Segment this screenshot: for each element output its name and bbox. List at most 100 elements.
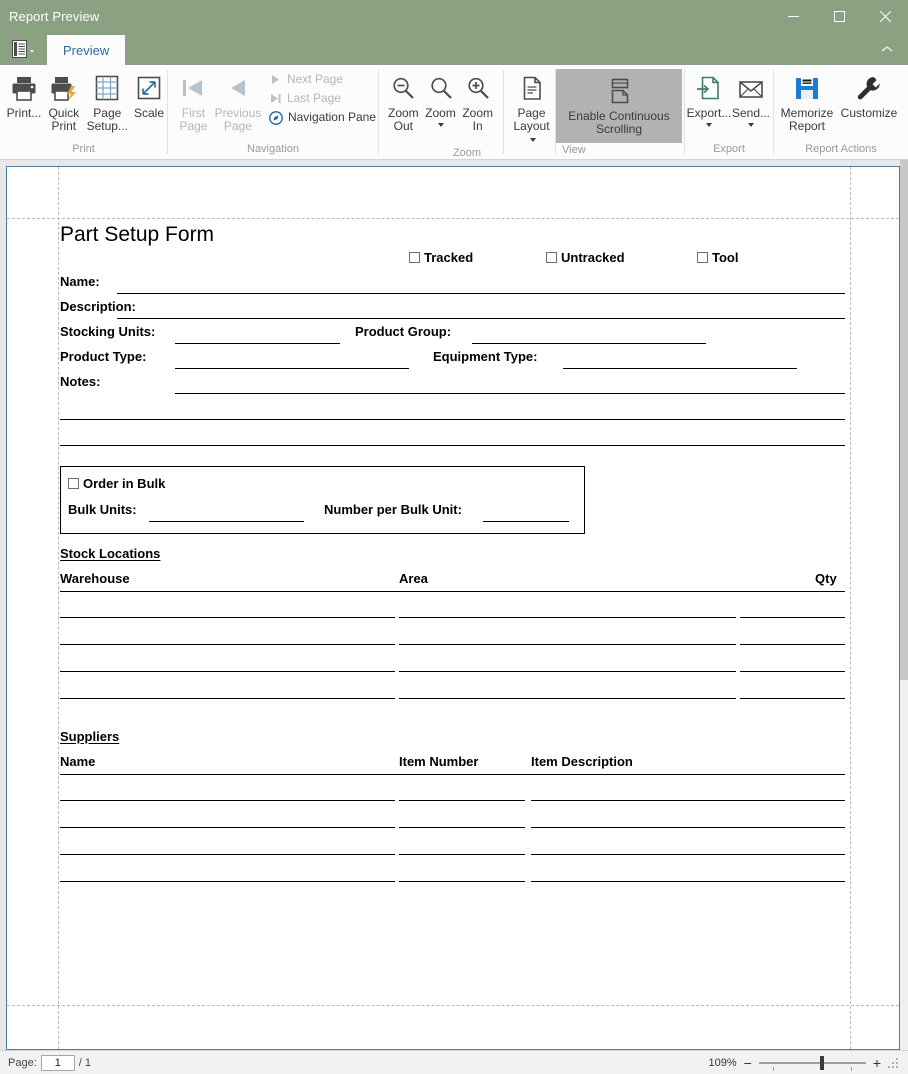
customize-button[interactable]: Customize — [838, 69, 900, 120]
app-menu-button[interactable] — [6, 35, 40, 62]
navigation-pane-button[interactable]: Navigation Pane — [267, 109, 378, 126]
zoom-slider-thumb[interactable] — [819, 1055, 824, 1070]
field-value-notes-line-2[interactable] — [60, 419, 845, 420]
ribbon-collapse-button[interactable] — [876, 38, 898, 60]
zoom-in-button[interactable]: + — [873, 1056, 881, 1070]
field-value-equipment-type[interactable] — [563, 368, 797, 369]
field-value-product-type[interactable] — [175, 368, 409, 369]
field-value-name[interactable] — [117, 293, 845, 294]
document-canvas[interactable]: Part Setup Form Tracked Untracked Tool N… — [0, 160, 908, 1050]
page-label: Page: — [8, 1056, 37, 1069]
checkbox-tool[interactable] — [697, 252, 708, 263]
field-value-notes-line-3[interactable] — [60, 445, 845, 446]
table-row[interactable] — [531, 827, 845, 828]
previous-page-button[interactable]: Previous Page — [213, 69, 263, 133]
checkbox-tracked-label: Tracked — [424, 250, 474, 265]
zoom-out-button[interactable]: − — [744, 1056, 752, 1070]
first-page-button[interactable]: First Page — [174, 69, 213, 133]
next-page-label: Next Page — [286, 72, 343, 86]
scale-button[interactable]: Scale — [131, 69, 167, 120]
page-title: Part Setup Form — [60, 223, 215, 246]
zoom-slider-track — [758, 1061, 866, 1064]
print-button[interactable]: Print... — [4, 69, 44, 120]
resize-grip[interactable] — [888, 1057, 898, 1068]
field-value-stocking-units[interactable] — [175, 343, 340, 344]
table-row[interactable] — [60, 698, 395, 699]
report-menu-icon — [12, 39, 27, 58]
enable-continuous-scrolling-button[interactable]: Enable Continuous Scrolling — [556, 69, 682, 143]
table-row[interactable] — [60, 644, 395, 645]
table-row[interactable] — [60, 881, 395, 882]
table-row[interactable] — [60, 800, 395, 801]
memorize-report-button[interactable]: Memorize Report — [776, 69, 838, 133]
field-value-description[interactable] — [117, 318, 845, 319]
table-row[interactable] — [399, 644, 736, 645]
table-row[interactable] — [60, 854, 395, 855]
navigation-pane-label: Navigation Pane — [287, 110, 376, 124]
table-row[interactable] — [740, 617, 845, 618]
page-setup-icon — [93, 71, 121, 105]
maximize-icon — [833, 10, 845, 22]
ribbon-group-zoom-label: Zoom — [452, 147, 482, 159]
chevron-down-icon — [530, 137, 537, 142]
chevron-up-icon — [881, 45, 893, 52]
table-row[interactable] — [399, 827, 525, 828]
column-header-name: Name — [60, 754, 96, 769]
page-number-input[interactable]: 1 — [40, 1054, 75, 1071]
checkbox-tool-label: Tool — [712, 250, 739, 265]
table-row[interactable] — [531, 800, 845, 801]
table-row[interactable] — [531, 854, 845, 855]
send-button[interactable]: Send... — [731, 69, 771, 127]
field-value-bulk-units[interactable] — [149, 521, 304, 522]
table-row[interactable] — [399, 671, 736, 672]
table-row[interactable] — [740, 671, 845, 672]
save-disk-icon — [793, 71, 821, 105]
field-value-notes-line-1[interactable] — [175, 393, 845, 394]
quick-print-button[interactable]: Quick Print — [44, 69, 84, 133]
vertical-scrollbar[interactable] — [900, 160, 908, 1050]
table-row[interactable] — [399, 881, 525, 882]
zoom-dropdown-line1: Zoom — [425, 106, 456, 120]
minimize-button[interactable] — [770, 0, 816, 32]
table-row[interactable] — [60, 617, 395, 618]
zoom-dropdown-button[interactable]: Zoom — [422, 69, 460, 127]
table-row[interactable] — [399, 854, 525, 855]
table-row[interactable] — [740, 698, 845, 699]
table-row[interactable] — [399, 617, 736, 618]
close-button[interactable] — [862, 0, 908, 32]
table-row[interactable] — [531, 881, 845, 882]
tab-preview-label: Preview — [63, 42, 110, 58]
suppliers-header-rule — [60, 774, 845, 775]
page-layout-line2: Layout — [511, 120, 552, 146]
field-label-description: Description: — [60, 299, 136, 314]
ribbon-group-navigation: First Page Previous Page Next Page Last … — [168, 65, 378, 160]
next-page-button[interactable]: Next Page — [267, 71, 378, 88]
export-button[interactable]: Export... — [687, 69, 731, 127]
column-header-item-description: Item Description — [531, 754, 633, 769]
zoom-slider[interactable] — [758, 1055, 866, 1071]
table-row[interactable] — [399, 800, 525, 801]
page-layout-button[interactable]: Page Layout — [508, 69, 555, 146]
checkbox-tracked[interactable] — [409, 252, 420, 263]
last-page-icon — [270, 94, 281, 103]
table-row[interactable] — [740, 644, 845, 645]
maximize-button[interactable] — [816, 0, 862, 32]
field-value-number-per-bulk-unit[interactable] — [483, 521, 569, 522]
page-layout-icon — [519, 71, 545, 105]
field-label-name: Name: — [60, 274, 100, 289]
checkbox-order-in-bulk[interactable] — [68, 478, 79, 489]
table-row[interactable] — [60, 671, 395, 672]
page-setup-button[interactable]: Page Setup... — [84, 69, 131, 133]
zoom-in-button[interactable]: Zoom In — [459, 69, 496, 133]
last-page-button[interactable]: Last Page — [267, 90, 378, 107]
previous-page-icon — [225, 71, 251, 105]
zoom-out-button[interactable]: Zoom Out — [385, 69, 422, 133]
tab-preview[interactable]: Preview — [47, 35, 126, 65]
chevron-down-icon — [30, 50, 34, 53]
table-row[interactable] — [399, 698, 736, 699]
vertical-scrollbar-thumb[interactable] — [900, 160, 908, 680]
field-value-product-group[interactable] — [472, 343, 706, 344]
checkbox-untracked[interactable] — [546, 252, 557, 263]
table-row[interactable] — [60, 827, 395, 828]
report-content: Part Setup Form Tracked Untracked Tool N… — [7, 167, 899, 1049]
